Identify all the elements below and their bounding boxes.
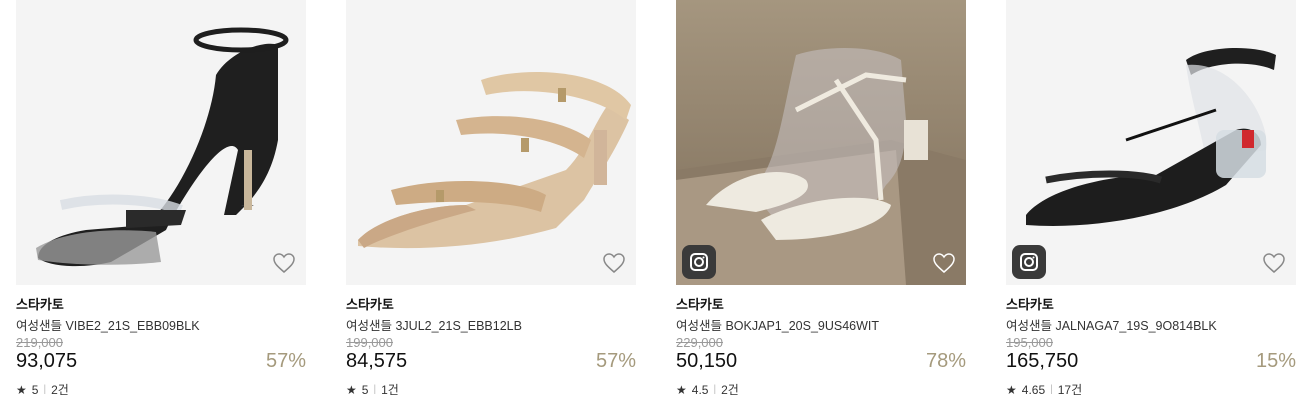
heart-icon[interactable] xyxy=(932,251,956,275)
rating-row: ★ 4.5 | 2건 xyxy=(676,381,739,398)
black-clear-block-heel-sandal-image xyxy=(1006,0,1296,285)
review-count: 2건 xyxy=(51,383,69,397)
brand-name: 스타카토 xyxy=(346,297,394,312)
original-price: 229,000 xyxy=(676,335,723,350)
rating-value: 5 xyxy=(361,382,369,397)
original-price: 199,000 xyxy=(346,335,393,350)
sale-price: 165,750 xyxy=(1006,350,1079,372)
original-price: 195,000 xyxy=(1006,335,1053,350)
heart-icon[interactable] xyxy=(1262,251,1286,275)
product-card[interactable]: 스타카토 여성샌들 BOKJAP1_20S_9US46WIT 229,000 5… xyxy=(676,0,966,416)
divider: | xyxy=(713,384,717,395)
product-image[interactable] xyxy=(1006,0,1296,285)
rating-value: 4.5 xyxy=(691,382,709,397)
brand-name: 스타카토 xyxy=(1006,297,1054,312)
divider: | xyxy=(1050,384,1053,395)
product-card[interactable]: 스타카토 여성샌들 VIBE2_21S_EBB09BLK 219,000 93,… xyxy=(16,0,306,416)
rating-row: ★ 4.65 | 17건 xyxy=(1006,381,1082,398)
product-card[interactable]: 스타카토 여성샌들 3JUL2_21S_EBB12LB 199,000 84,5… xyxy=(346,0,636,416)
beige-strappy-mule-image xyxy=(346,0,636,285)
brand-name: 스타카토 xyxy=(676,297,724,312)
heart-icon[interactable] xyxy=(602,251,626,275)
product-card[interactable]: 스타카토 여성샌들 JALNAGA7_19S_9O814BLK 195,000 … xyxy=(1006,0,1296,416)
rating-value: 4.65 xyxy=(1021,382,1046,397)
instagram-icon[interactable] xyxy=(1012,245,1046,279)
clear-ankle-boot-sandal-image xyxy=(676,0,966,285)
rating-row: ★ 5 | 1건 xyxy=(346,381,399,398)
product-name[interactable]: 여성샌들 BOKJAP1_20S_9US46WIT xyxy=(676,315,879,334)
star-icon: ★ xyxy=(16,382,27,397)
star-icon: ★ xyxy=(346,382,357,397)
discount-rate: 78% xyxy=(925,350,966,372)
product-name[interactable]: 여성샌들 VIBE2_21S_EBB09BLK xyxy=(16,315,200,334)
sale-price: 50,150 xyxy=(676,350,738,372)
black-stiletto-sandal-image xyxy=(16,0,306,285)
sale-price: 93,075 xyxy=(16,350,78,372)
review-count: 17건 xyxy=(1057,383,1083,397)
product-image[interactable] xyxy=(16,0,306,285)
original-price: 219,000 xyxy=(16,335,63,350)
product-name[interactable]: 여성샌들 3JUL2_21S_EBB12LB xyxy=(346,315,522,334)
product-name[interactable]: 여성샌들 JALNAGA7_19S_9O814BLK xyxy=(1006,315,1217,334)
discount-rate: 57% xyxy=(265,350,306,372)
brand-name: 스타카토 xyxy=(16,297,64,312)
star-icon: ★ xyxy=(1006,382,1017,397)
star-icon: ★ xyxy=(676,382,687,397)
heart-icon[interactable] xyxy=(272,251,296,275)
divider: | xyxy=(373,384,377,395)
review-count: 2건 xyxy=(721,383,739,397)
discount-rate: 57% xyxy=(595,350,636,372)
discount-rate: 15% xyxy=(1255,350,1296,372)
instagram-icon[interactable] xyxy=(682,245,716,279)
sale-price: 84,575 xyxy=(346,350,408,372)
product-image[interactable] xyxy=(676,0,966,285)
review-count: 1건 xyxy=(381,383,399,397)
rating-value: 5 xyxy=(31,382,39,397)
product-image[interactable] xyxy=(346,0,636,285)
divider: | xyxy=(43,384,47,395)
rating-row: ★ 5 | 2건 xyxy=(16,381,69,398)
